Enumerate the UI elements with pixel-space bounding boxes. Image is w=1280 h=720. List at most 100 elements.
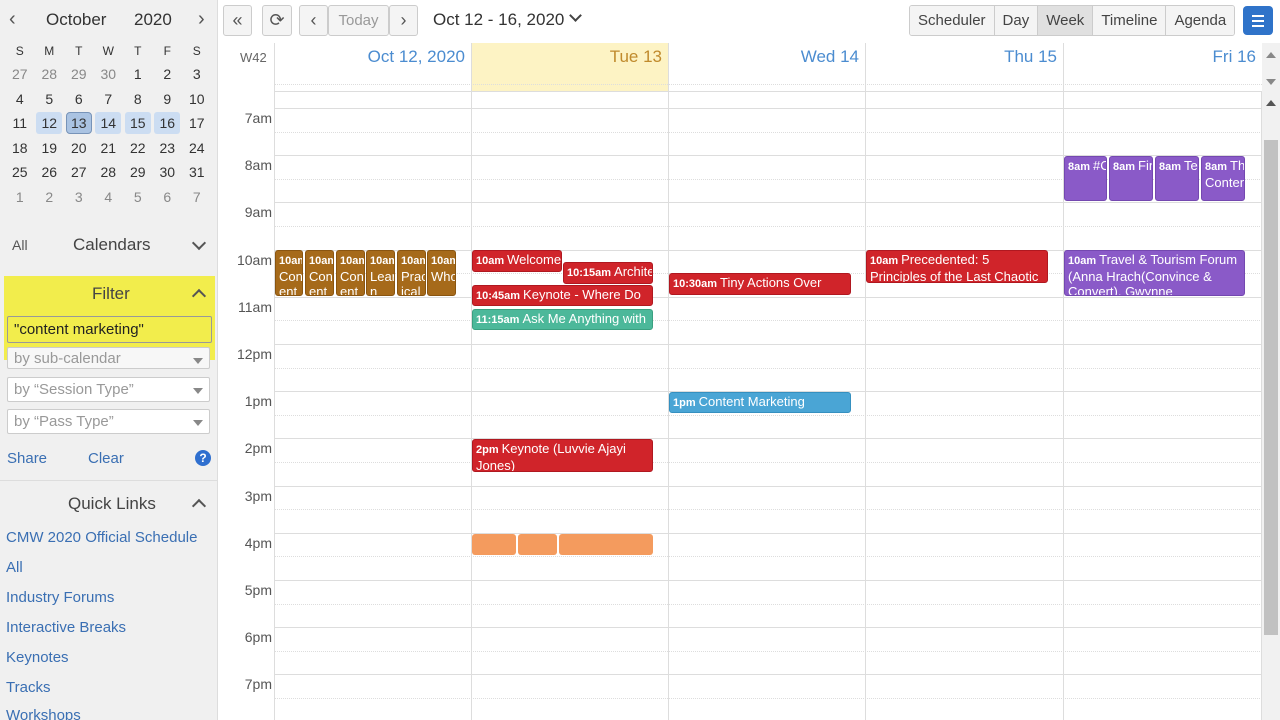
- event-card[interactable]: 10am Who's: [427, 250, 456, 296]
- mini-calendar-day[interactable]: 23: [153, 140, 183, 156]
- today-button[interactable]: Today: [328, 5, 389, 36]
- chevron-up-icon[interactable]: [191, 288, 207, 304]
- quick-links-header[interactable]: Quick Links: [0, 492, 217, 522]
- mini-calendar-day[interactable]: 8: [123, 91, 153, 107]
- mini-calendar-day[interactable]: 15: [123, 112, 153, 135]
- chevron-up-icon[interactable]: [191, 498, 207, 514]
- pass-type-dropdown[interactable]: by “Pass Type”: [7, 409, 210, 434]
- event-card[interactable]: 8amFinancial: [1109, 156, 1153, 201]
- event-card[interactable]: 10am Precedented: 5 Principles of the Las…: [866, 250, 1048, 283]
- mini-calendar-day[interactable]: 27: [64, 164, 94, 180]
- scroll-top-icon[interactable]: [1266, 100, 1276, 106]
- quick-link-keynotes[interactable]: Keynotes: [6, 649, 69, 666]
- event-card[interactable]: 10:30amTiny Actions Over Time: How You C…: [669, 273, 851, 295]
- mini-calendar-day[interactable]: 3: [182, 66, 212, 82]
- prev-week-button[interactable]: ‹: [299, 5, 328, 36]
- scroll-down-icon[interactable]: [1266, 79, 1276, 85]
- event-card[interactable]: 8am#CMWorld: [1064, 156, 1107, 201]
- quick-link-interactive-breaks[interactable]: Interactive Breaks: [6, 619, 126, 636]
- calendars-all-link[interactable]: All: [12, 237, 28, 253]
- mini-calendar-day[interactable]: 10: [182, 91, 212, 107]
- mini-calendar-day[interactable]: 17: [182, 115, 212, 131]
- mini-calendar-day[interactable]: 16: [153, 112, 183, 135]
- mini-calendar-day[interactable]: 25: [5, 164, 35, 180]
- session-type-dropdown[interactable]: by “Session Type”: [7, 377, 210, 402]
- event-card[interactable]: 10amWelcome to Content Marketing World: [472, 250, 562, 272]
- view-scheduler-button[interactable]: Scheduler: [910, 6, 995, 35]
- mini-calendar-day[interactable]: 12: [35, 112, 65, 135]
- scroll-up-icon[interactable]: [1266, 52, 1276, 58]
- mini-calendar-day[interactable]: 7: [182, 189, 212, 205]
- menu-button[interactable]: [1243, 6, 1273, 35]
- mini-calendar-day[interactable]: 21: [94, 140, 124, 156]
- date-range-label[interactable]: Oct 12 - 16, 2020: [433, 10, 564, 30]
- mini-calendar-day[interactable]: 20: [64, 140, 94, 156]
- mini-calendar-day[interactable]: 13: [64, 112, 94, 135]
- chevron-down-icon[interactable]: [191, 235, 207, 251]
- view-week-button[interactable]: Week: [1038, 6, 1094, 35]
- filter-search-input[interactable]: [7, 316, 212, 343]
- help-icon[interactable]: ?: [195, 450, 211, 466]
- clear-link[interactable]: Clear: [88, 450, 124, 467]
- mini-calendar-day[interactable]: 14: [94, 112, 124, 135]
- chevron-right-icon[interactable]: ›: [198, 8, 205, 31]
- mini-calendar-day[interactable]: 29: [123, 164, 153, 180]
- mini-calendar-day[interactable]: 1: [5, 189, 35, 205]
- mini-calendar-day[interactable]: 4: [94, 189, 124, 205]
- event-card[interactable]: 8amThe Content: [1201, 156, 1245, 201]
- mini-calendar-day[interactable]: 6: [153, 189, 183, 205]
- view-agenda-button[interactable]: Agenda: [1166, 6, 1235, 35]
- event-card[interactable]: 11:15amAsk Me Anything with Joe Pulizzi: [472, 309, 653, 330]
- calendars-section-header[interactable]: All Calendars: [0, 232, 217, 262]
- event-card[interactable]: 10am Cont ent: [275, 250, 303, 296]
- mini-calendar-day[interactable]: 27: [5, 66, 35, 82]
- sub-calendar-dropdown[interactable]: by sub-calendar: [7, 347, 210, 369]
- event-card[interactable]: [472, 534, 516, 555]
- mini-calendar-day[interactable]: 19: [35, 140, 65, 156]
- event-card[interactable]: [518, 534, 557, 555]
- mini-calendar-day[interactable]: 26: [35, 164, 65, 180]
- event-card[interactable]: 10:15amArchitecting Content Design: [563, 262, 653, 284]
- mini-calendar-day[interactable]: 18: [5, 140, 35, 156]
- mini-calendar-day[interactable]: 4: [5, 91, 35, 107]
- quick-link-workshops[interactable]: Workshops: [6, 707, 81, 720]
- filter-section-header[interactable]: Filter: [0, 282, 217, 312]
- mini-calendar-day[interactable]: 29: [64, 66, 94, 82]
- mini-calendar-day[interactable]: 2: [153, 66, 183, 82]
- refresh-button[interactable]: ⟳: [262, 5, 292, 36]
- mini-calendar-day[interactable]: 28: [94, 164, 124, 180]
- next-week-button[interactable]: ›: [389, 5, 418, 36]
- event-card[interactable]: 10am Cont ent: [336, 250, 365, 296]
- scrollbar-thumb[interactable]: [1264, 140, 1278, 635]
- event-card[interactable]: 10am Travel & Tourism Forum (Anna Hrach(C…: [1064, 250, 1245, 296]
- mini-calendar-day[interactable]: 30: [153, 164, 183, 180]
- mini-calendar-day[interactable]: 1: [123, 66, 153, 82]
- mini-calendar-day[interactable]: 2: [35, 189, 65, 205]
- mini-calendar-day[interactable]: 31: [182, 164, 212, 180]
- mini-calendar-day[interactable]: 28: [35, 66, 65, 82]
- mini-calendar-day[interactable]: 9: [153, 91, 183, 107]
- mini-calendar-day[interactable]: 6: [64, 91, 94, 107]
- mini-calendar-year[interactable]: 2020: [134, 10, 172, 30]
- mini-calendar-day[interactable]: 24: [182, 140, 212, 156]
- event-card[interactable]: 1pmContent Marketing Awards: [669, 392, 851, 413]
- jump-back-button[interactable]: «: [223, 5, 252, 36]
- mini-calendar-month[interactable]: October: [46, 10, 106, 30]
- mini-calendar-day[interactable]: 22: [123, 140, 153, 156]
- quick-link-official-schedule[interactable]: CMW 2020 Official Schedule: [6, 529, 197, 546]
- chevron-down-icon[interactable]: [569, 9, 582, 22]
- event-card[interactable]: 10:45amKeynote - Where Do We Go From Her…: [472, 285, 653, 306]
- event-card[interactable]: 10am Pract ical: [397, 250, 426, 296]
- mini-calendar-day[interactable]: 30: [94, 66, 124, 82]
- mini-calendar-day[interactable]: 5: [123, 189, 153, 205]
- share-link[interactable]: Share: [7, 450, 47, 467]
- chevron-left-icon[interactable]: ‹: [9, 8, 16, 31]
- quick-link-industry-forums[interactable]: Industry Forums: [6, 589, 114, 606]
- view-timeline-button[interactable]: Timeline: [1093, 6, 1167, 35]
- mini-calendar-day[interactable]: 5: [35, 91, 65, 107]
- mini-calendar-day[interactable]: 3: [64, 189, 94, 205]
- event-card[interactable]: 10am Lear n: [366, 250, 395, 296]
- event-card[interactable]: 8amTechnology: [1155, 156, 1199, 201]
- event-card[interactable]: [559, 534, 653, 555]
- mini-calendar-day[interactable]: 7: [94, 91, 124, 107]
